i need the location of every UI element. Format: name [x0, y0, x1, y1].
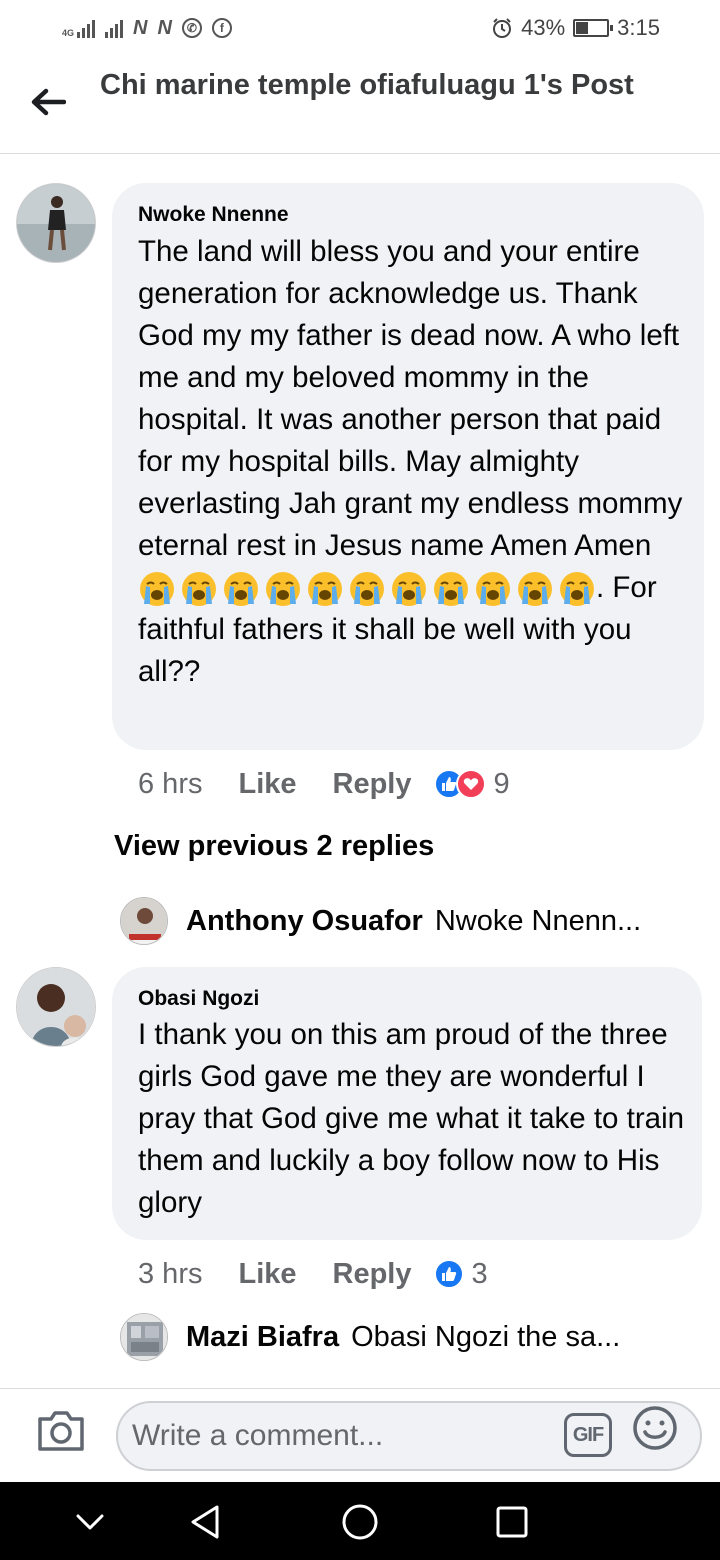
camera-button[interactable]	[36, 1409, 88, 1455]
reply-avatar	[120, 897, 168, 945]
network-4g-icon: 4G	[62, 18, 96, 38]
gif-button[interactable]: GIF	[564, 1413, 612, 1457]
avatar-photo	[17, 184, 95, 262]
view-previous-replies-button[interactable]: View previous 2 replies	[114, 830, 434, 863]
reply-button[interactable]: Reply	[333, 1258, 412, 1291]
reaction-count: 9	[493, 767, 510, 800]
whatsapp-icon: ✆	[181, 18, 202, 38]
like-button[interactable]: Like	[238, 1258, 296, 1291]
loudly-crying-face-icon	[350, 572, 384, 607]
crying-emoji-row	[138, 570, 596, 608]
loudly-crying-face-icon	[434, 572, 468, 607]
back-button[interactable]	[26, 80, 70, 124]
battery-percent: 43%	[521, 15, 566, 40]
loudly-crying-face-icon	[392, 572, 426, 607]
network-label: 4G	[62, 28, 75, 38]
post-header: Chi marine temple ofiafuluagu 1's Post	[0, 56, 720, 154]
signal-icon	[77, 18, 96, 38]
recents-square-icon	[496, 1506, 528, 1538]
emoji-button[interactable]	[632, 1405, 678, 1451]
loudly-crying-face-icon	[140, 572, 174, 607]
battery-fill	[576, 22, 589, 34]
battery-icon	[573, 19, 614, 37]
status-right: 43% 3:15	[491, 14, 660, 42]
reply-preview[interactable]: Anthony Osuafor Nwoke Nnenn...	[120, 896, 641, 946]
back-triangle-icon	[191, 1505, 219, 1539]
alarm-icon	[493, 18, 512, 38]
n-notification-icon: N	[133, 16, 148, 39]
arrow-left-icon	[31, 88, 66, 116]
avatar-obasi-ngozi[interactable]	[16, 967, 96, 1047]
avatar-photo	[17, 968, 95, 1046]
loudly-crying-face-icon	[182, 572, 216, 607]
signal-2-icon	[105, 18, 124, 38]
chevron-down-icon	[76, 1514, 104, 1530]
comment-actions: 6 hrs Like Reply 9	[138, 764, 510, 804]
reactions-summary[interactable]: 9	[433, 767, 510, 801]
nav-hide-button[interactable]	[68, 1500, 112, 1544]
reply-author: Mazi Biafra	[186, 1320, 340, 1353]
comment-author[interactable]: Obasi Ngozi	[138, 987, 259, 1011]
loudly-crying-face-icon	[560, 572, 594, 607]
loudly-crying-face-icon	[308, 572, 342, 607]
reply-author: Anthony Osuafor	[186, 904, 423, 937]
comment-bubble: Obasi Ngozi I thank you on this am proud…	[112, 967, 702, 1240]
camera-icon	[38, 1411, 84, 1451]
comment-author[interactable]: Nwoke Nnenne	[138, 203, 289, 227]
reply-preview[interactable]: Mazi Biafra Obasi Ngozi the sa...	[120, 1312, 620, 1362]
reply-snippet: Nwoke Nnenn...	[434, 904, 642, 937]
loudly-crying-face-icon	[476, 572, 510, 607]
reply-snippet: Obasi Ngozi the sa...	[351, 1320, 621, 1353]
facebook-icon: f	[211, 18, 232, 38]
page-title: Chi marine temple ofiafuluagu 1's Post	[100, 69, 634, 101]
comment-bubble: Nwoke Nnenne The land will bless you and…	[112, 183, 704, 750]
love-reaction-icon	[455, 769, 486, 799]
reaction-count: 3	[471, 1257, 488, 1290]
reactions-summary[interactable]: 3	[433, 1257, 488, 1291]
like-button[interactable]: Like	[238, 768, 296, 801]
status-bar: 4G N N ✆ f 43% 3:15	[0, 0, 720, 56]
n-notification-2-icon: N	[157, 16, 172, 39]
like-reaction-icon	[433, 1259, 464, 1289]
comment-time[interactable]: 6 hrs	[138, 768, 202, 801]
comment-text: I thank you on this am proud of the thre…	[138, 1018, 685, 1219]
reply-button[interactable]: Reply	[333, 768, 412, 801]
clock: 3:15	[617, 15, 660, 40]
status-left: 4G N N ✆ f	[62, 14, 232, 42]
loudly-crying-face-icon	[266, 572, 300, 607]
avatar-nwoke-nnenne[interactable]	[16, 183, 96, 263]
nav-back-button[interactable]	[184, 1500, 228, 1544]
comment-text-main: The land will bless you and your entire …	[138, 235, 683, 562]
smiley-icon	[633, 1406, 677, 1450]
comment-actions: 3 hrs Like Reply 3	[138, 1254, 488, 1294]
comment-time[interactable]: 3 hrs	[138, 1258, 202, 1291]
loudly-crying-face-icon	[224, 572, 258, 607]
nav-recents-button[interactable]	[490, 1500, 534, 1544]
nav-home-button[interactable]	[338, 1500, 382, 1544]
comment-text: The land will bless you and your entire …	[138, 231, 686, 693]
comment-input[interactable]	[116, 1401, 702, 1471]
reply-avatar	[120, 1313, 168, 1361]
android-nav-bar	[0, 1482, 720, 1560]
home-circle-icon	[342, 1504, 378, 1540]
comment-composer: GIF	[0, 1388, 720, 1482]
loudly-crying-face-icon	[518, 572, 552, 607]
